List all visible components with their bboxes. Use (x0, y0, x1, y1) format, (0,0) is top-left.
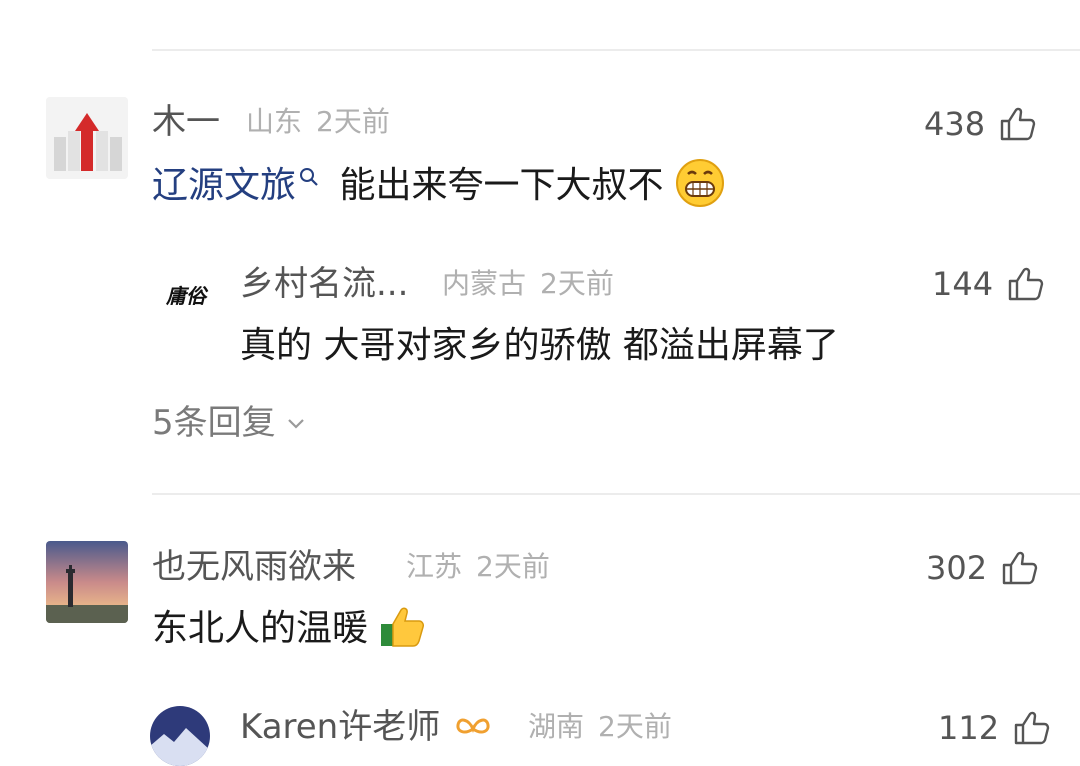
divider (152, 49, 1080, 51)
username-text: Karen许老师 (240, 707, 441, 747)
location: 山东 (246, 105, 303, 138)
comment-text: 辽源文旅 能出来夸一下大叔不 (152, 159, 725, 208)
thumbs-up-icon (1002, 551, 1038, 585)
timestamp: 2天前 (598, 710, 672, 743)
divider (152, 493, 1080, 495)
comment-text: 东北人的温暖 (152, 607, 427, 650)
thumbs-up-icon (1008, 267, 1044, 301)
like-count: 112 (938, 709, 1000, 747)
timestamp: 2天前 (540, 267, 614, 300)
mention-text: 辽源文旅 (152, 165, 297, 206)
avatar-text: 庸俗 (166, 283, 206, 308)
username[interactable]: 乡村名流... (240, 267, 408, 301)
comment-meta: 江苏 2天前 (406, 553, 550, 581)
like-button[interactable]: 302 (926, 550, 1039, 586)
thumbs-up-icon (1014, 711, 1050, 745)
mention-link[interactable]: 辽源文旅 (152, 165, 320, 206)
search-icon (300, 168, 318, 186)
username[interactable]: 也无风雨欲来 (152, 550, 356, 584)
location: 江苏 (406, 550, 463, 583)
like-count: 302 (926, 549, 988, 587)
timestamp: 2天前 (476, 550, 550, 583)
replies-count: 5条回复 (152, 403, 276, 443)
like-count: 144 (932, 265, 994, 303)
thumbs-up-emoji (381, 607, 425, 647)
like-button[interactable]: 112 (938, 710, 1051, 746)
timestamp: 2天前 (316, 105, 390, 138)
thumbs-up-icon (1000, 107, 1036, 141)
comment-meta: 山东 2天前 (246, 108, 390, 136)
comment-body: 能出来夸一下大叔不 (339, 165, 664, 206)
username[interactable]: 木一 (152, 105, 220, 139)
like-button[interactable]: 144 (932, 266, 1045, 302)
chevron-down-icon (287, 419, 304, 429)
grinning-face-emoji (675, 159, 724, 207)
avatar[interactable] (46, 97, 128, 179)
comment-text: 真的 大哥对家乡的骄傲 都溢出屏幕了 (240, 325, 839, 366)
comment-meta: 湖南 2天前 (528, 713, 672, 741)
like-button[interactable]: 438 (924, 106, 1037, 142)
location: 内蒙古 (442, 267, 527, 300)
like-count: 438 (924, 105, 986, 143)
avatar[interactable] (46, 541, 128, 623)
expand-replies-button[interactable]: 5条回复 (152, 406, 308, 440)
comment-meta: 内蒙古 2天前 (442, 270, 614, 298)
avatar[interactable]: 庸俗 (156, 264, 216, 324)
location: 湖南 (528, 710, 585, 743)
username[interactable]: Karen许老师 (240, 710, 491, 744)
badge-icon (456, 718, 490, 733)
comment-body: 东北人的温暖 (152, 608, 369, 649)
avatar[interactable] (150, 706, 210, 766)
